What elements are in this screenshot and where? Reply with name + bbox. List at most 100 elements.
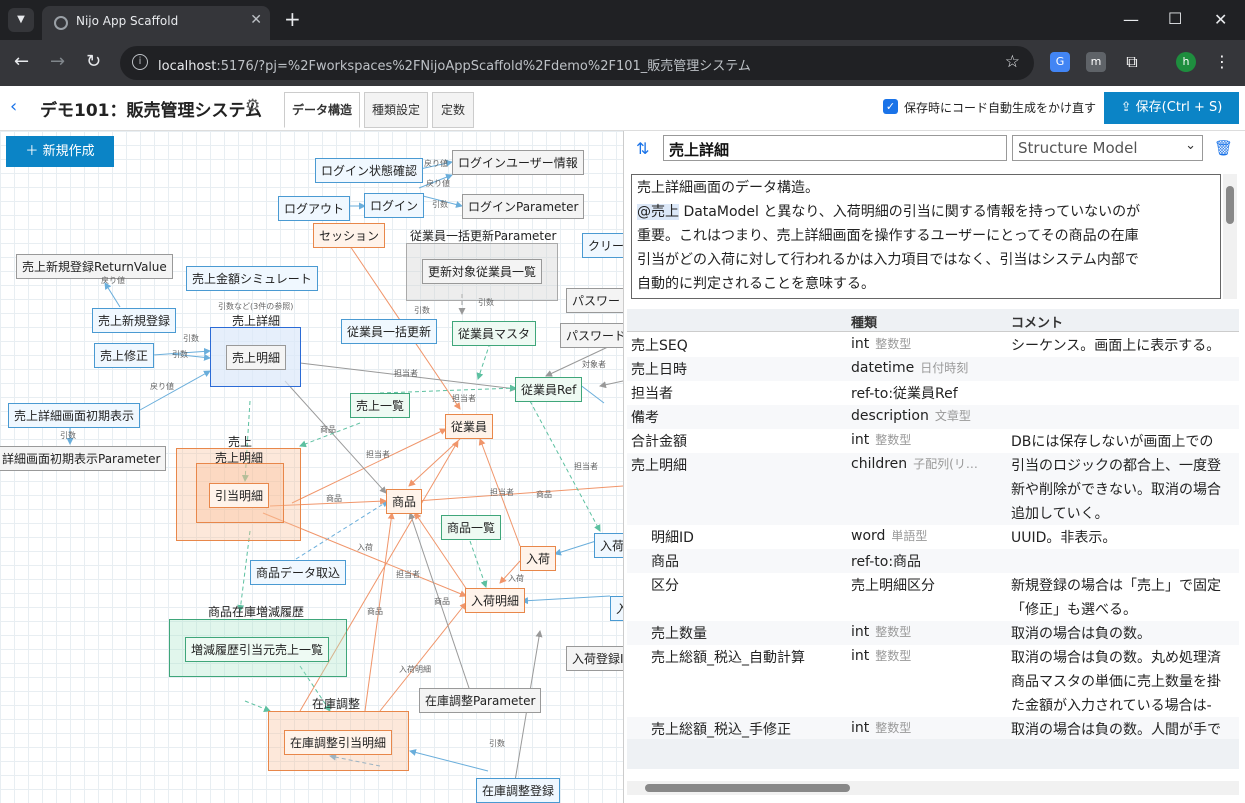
description-scrollbar[interactable] xyxy=(1223,174,1237,299)
member-comment[interactable]: 取消の場合は負の数。丸め処理済 xyxy=(1011,647,1221,667)
member-name[interactable]: 売上明細 xyxy=(631,455,687,475)
autogen-checkbox[interactable]: ✓ xyxy=(883,99,898,114)
member-type[interactable]: int 整数型 xyxy=(851,647,911,664)
member-name[interactable]: 商品 xyxy=(651,551,679,571)
back-arrow-icon[interactable]: ← xyxy=(14,52,29,72)
graph-canvas[interactable]: ＋ 新規作成 従業員一括更新Parameter 売上詳細 売上 売上明細 商品在… xyxy=(0,131,624,803)
member-type[interactable]: int 整数型 xyxy=(851,335,911,352)
extensions-puzzle-icon[interactable]: ⧉ xyxy=(1122,52,1142,72)
graph-node[interactable]: ログインParameter xyxy=(462,194,585,219)
grid-row[interactable]: 明細ID word 単語型 UUID。非表示。 xyxy=(627,525,1239,549)
member-comment[interactable]: 新規登録の場合は「売上」で固定 xyxy=(1011,575,1221,595)
graph-node[interactable]: ログインユーザー情報 xyxy=(452,150,584,175)
graph-node[interactable]: 商品 xyxy=(386,489,423,514)
member-type[interactable]: 売上明細区分 xyxy=(851,575,935,595)
new-create-button[interactable]: ＋ 新規作成 xyxy=(6,136,114,167)
scrollbar-thumb[interactable] xyxy=(1226,186,1234,224)
graph-node[interactable]: 売上一覧 xyxy=(350,393,411,418)
browser-menu-icon[interactable]: ⋮ xyxy=(1212,52,1232,72)
graph-node[interactable]: 売上金額シミュレート xyxy=(186,266,318,291)
member-type[interactable]: int 整数型 xyxy=(851,431,911,448)
save-button[interactable]: ⇪ 保存(Ctrl + S) xyxy=(1104,92,1239,124)
profile-avatar[interactable]: h xyxy=(1176,52,1196,72)
member-type[interactable]: int 整数型 xyxy=(851,623,911,640)
graph-node[interactable]: 更新対象従業員一覧 xyxy=(422,259,543,284)
member-type[interactable]: description 文章型 xyxy=(851,407,971,424)
member-comment[interactable]: DBには保存しないが画面上での xyxy=(1011,431,1213,451)
graph-node[interactable]: ログアウト xyxy=(278,196,351,221)
graph-node[interactable]: ログイン xyxy=(364,193,425,218)
member-comment[interactable]: 新や削除ができない。取消の場合 xyxy=(1011,479,1221,499)
graph-node[interactable]: 入 xyxy=(610,596,623,621)
back-chevron-icon[interactable]: ‹ xyxy=(10,96,17,117)
scrollbar-thumb[interactable] xyxy=(645,784,850,792)
graph-node[interactable]: 売上新規登録 xyxy=(92,308,177,333)
grid-row[interactable]: 売上日時 datetime 日付時刻 xyxy=(627,357,1239,381)
graph-node[interactable]: 入荷登録I xyxy=(566,646,623,671)
member-comment[interactable]: 「修正」も選べる。 xyxy=(1011,599,1137,619)
member-comment[interactable]: 追加していく。 xyxy=(1011,503,1109,523)
browser-tab[interactable]: Nijo App Scaffold ✕ xyxy=(42,6,270,40)
horizontal-scrollbar[interactable] xyxy=(627,781,1239,795)
translate-extension-icon[interactable]: G xyxy=(1050,52,1070,72)
grid-row[interactable]: 担当者 ref-to:従業員Ref xyxy=(627,381,1239,405)
tab-data-structure[interactable]: データ構造 xyxy=(284,92,360,128)
graph-node[interactable]: クリー xyxy=(582,233,623,258)
member-name[interactable]: 担当者 xyxy=(631,383,673,403)
gear-icon[interactable]: ⚙ xyxy=(245,96,260,116)
graph-node[interactable]: 売上新規登録ReturnValue xyxy=(16,254,173,279)
trash-icon[interactable]: 🗑 xyxy=(1214,139,1233,157)
graph-node[interactable]: 商品一覧 xyxy=(441,515,502,540)
window-close-icon[interactable]: ✕ xyxy=(1214,10,1227,29)
member-type[interactable]: children 子配列(リ… xyxy=(851,455,978,472)
member-comment[interactable]: 取消の場合は負の数。 xyxy=(1011,623,1151,643)
forward-arrow-icon[interactable]: → xyxy=(50,52,65,72)
member-type[interactable]: ref-to:従業員Ref xyxy=(851,383,958,403)
grid-row[interactable]: 売上明細 children 子配列(リ… 引当のロジックの都合上、一度登 新や削除ができ… xyxy=(627,453,1239,525)
graph-node[interactable]: 入荷 xyxy=(594,533,623,558)
grid-row[interactable]: 区分 売上明細区分 新規登録の場合は「売上」で固定 「修正」も選べる。 xyxy=(627,573,1239,621)
graph-node[interactable]: 在庫調整登録 xyxy=(476,778,561,803)
mention-link[interactable]: @売上 xyxy=(637,204,679,220)
graph-node[interactable]: 入荷 xyxy=(520,546,557,571)
member-comment[interactable]: 引当のロジックの都合上、一度登 xyxy=(1011,455,1221,475)
member-name[interactable]: 売上総額_税込_手修正 xyxy=(651,719,791,739)
member-type[interactable]: int 整数型 xyxy=(851,719,911,736)
graph-node[interactable]: 在庫調整Parameter xyxy=(419,688,542,713)
description-textarea[interactable]: 売上詳細画面のデータ構造。 @売上 DataModel と異なり、入荷明細の引当… xyxy=(631,174,1221,299)
new-tab-button[interactable]: + xyxy=(284,8,301,30)
bookmark-star-icon[interactable]: ☆ xyxy=(1005,52,1020,72)
maximize-icon[interactable]: ☐ xyxy=(1168,9,1182,28)
member-comment[interactable]: 商品マスタの単価に売上数量を掛 xyxy=(1011,671,1221,691)
sort-arrows-icon[interactable]: ⇅ xyxy=(636,139,649,158)
member-name[interactable]: 売上SEQ xyxy=(631,335,688,355)
graph-node[interactable]: 売上修正 xyxy=(94,343,155,368)
member-comment[interactable]: た金額が入力されている場合は- xyxy=(1011,695,1212,715)
grid-row[interactable]: 売上総額_税込_手修正 int 整数型 取消の場合は負の数。人間が手で xyxy=(627,717,1239,739)
member-name[interactable]: 売上総額_税込_自動計算 xyxy=(651,647,805,667)
extension-m-icon[interactable]: m xyxy=(1086,52,1106,72)
graph-node[interactable]: セッション xyxy=(313,223,386,248)
grid-row[interactable]: 備考 description 文章型 xyxy=(627,405,1239,429)
graph-node[interactable]: 従業員 xyxy=(445,414,494,439)
member-comment[interactable]: UUID。非表示。 xyxy=(1011,527,1116,547)
member-name[interactable]: 備考 xyxy=(631,407,659,427)
address-bar[interactable]: i localhost:5176/?pj=%2Fworkspaces%2FNij… xyxy=(120,46,1034,80)
grid-row[interactable]: 商品 ref-to:商品 xyxy=(627,549,1239,573)
model-type-select[interactable]: Structure Model ⌄ xyxy=(1012,135,1203,161)
graph-node[interactable]: 売上明細 xyxy=(226,345,287,370)
close-tab-icon[interactable]: ✕ xyxy=(250,12,262,28)
graph-node[interactable]: ログイン状態確認 xyxy=(315,158,424,183)
member-name[interactable]: 明細ID xyxy=(651,527,694,547)
graph-node[interactable]: 従業員Ref xyxy=(515,377,583,402)
member-type[interactable]: ref-to:商品 xyxy=(851,551,921,571)
reload-icon[interactable]: ↻ xyxy=(86,52,101,72)
member-type[interactable]: word 単語型 xyxy=(851,527,927,544)
member-name[interactable]: 区分 xyxy=(651,575,679,595)
member-comment[interactable]: 取消の場合は負の数。人間が手で xyxy=(1011,719,1221,739)
graph-node[interactable]: 従業員マスタ xyxy=(452,321,537,346)
graph-node[interactable]: パスワード xyxy=(560,323,623,348)
member-comment[interactable]: シーケンス。画面上に表示する。 xyxy=(1011,335,1220,355)
minimize-icon[interactable]: — xyxy=(1123,10,1139,29)
member-name[interactable]: 合計金額 xyxy=(631,431,687,451)
